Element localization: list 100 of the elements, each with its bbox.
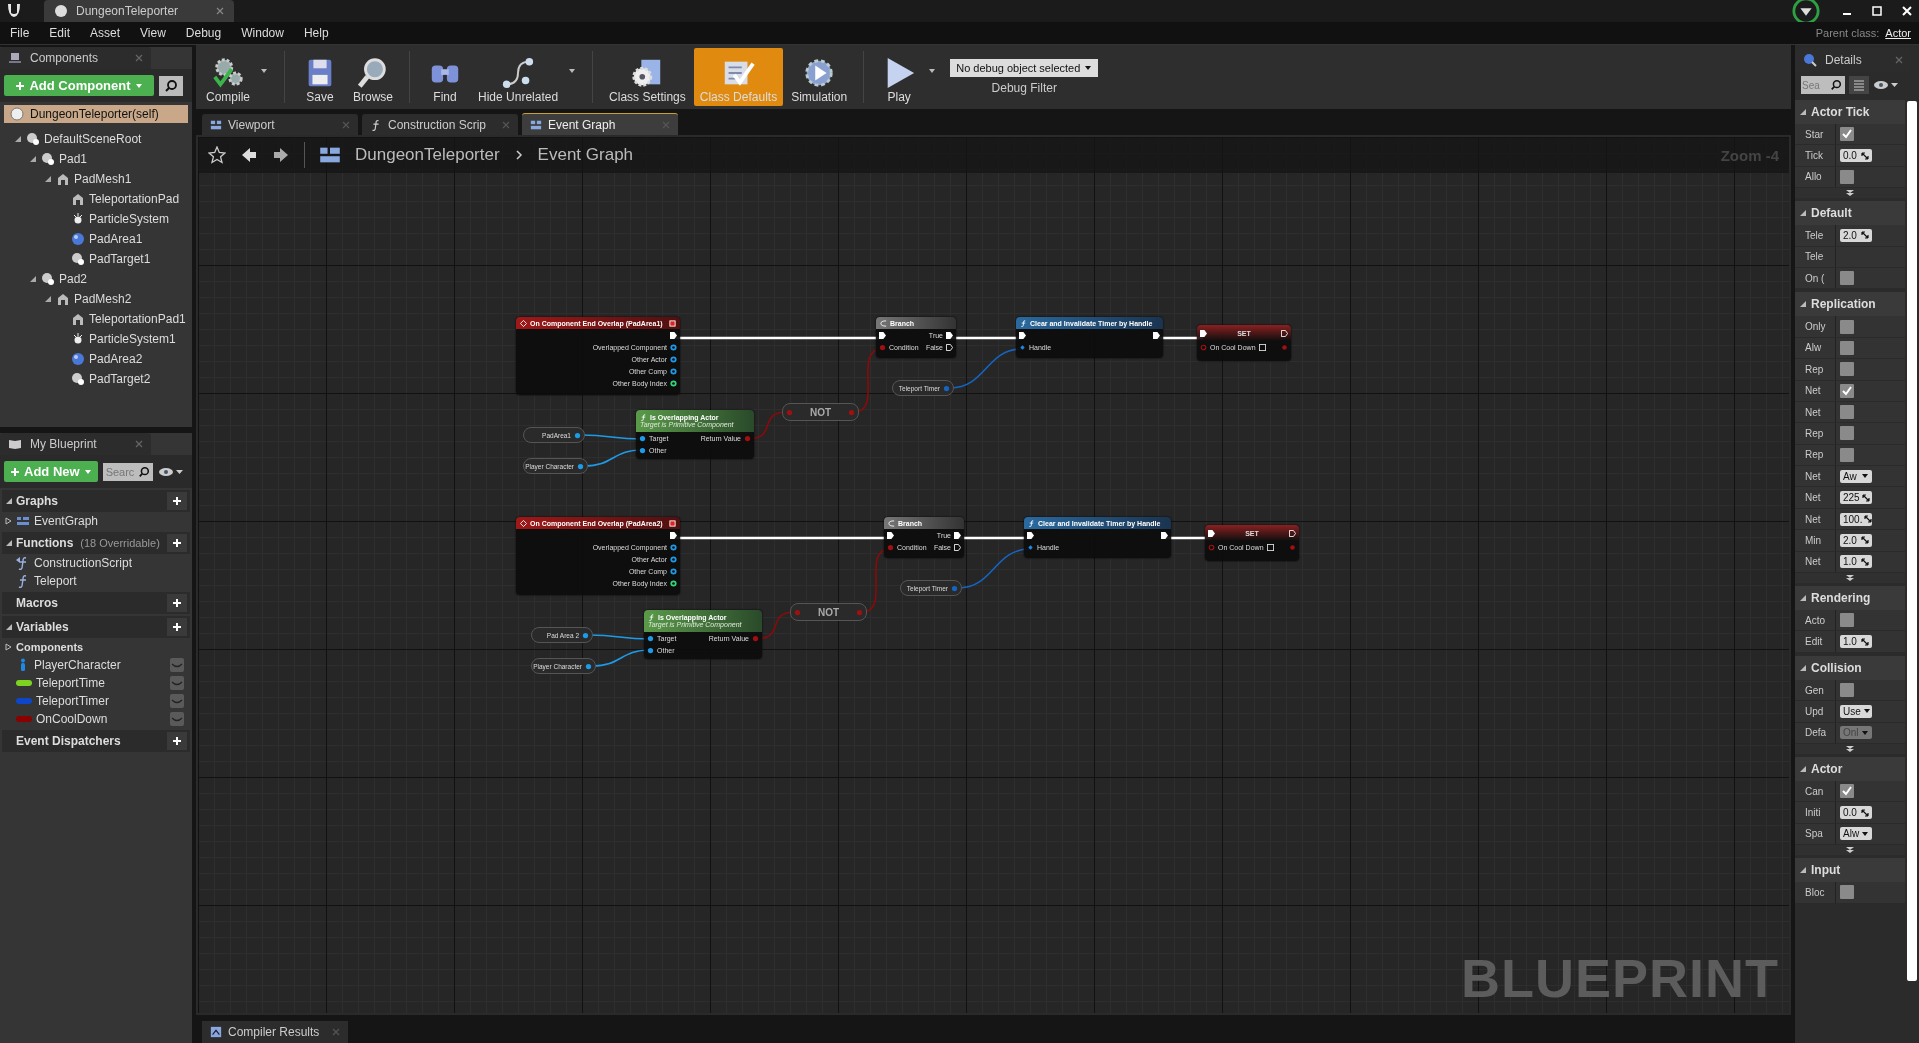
checkbox[interactable] bbox=[1840, 169, 1854, 184]
scrollbar-thumb[interactable] bbox=[1907, 101, 1917, 981]
visibility-toggle-icon[interactable] bbox=[170, 676, 184, 690]
expand-advanced-icon[interactable] bbox=[1845, 573, 1855, 584]
blueprint-item[interactable]: Teleport bbox=[34, 574, 77, 588]
component-item[interactable]: Pad2 bbox=[59, 272, 88, 286]
checkbox[interactable] bbox=[1840, 426, 1854, 441]
drag-arrow-icon[interactable] bbox=[1861, 493, 1870, 502]
section-header[interactable]: Macros bbox=[16, 596, 59, 610]
pin-icon[interactable] bbox=[670, 580, 677, 587]
expander-icon[interactable] bbox=[1799, 108, 1807, 116]
drag-arrow-icon[interactable] bbox=[1861, 231, 1869, 240]
category-header[interactable]: Components bbox=[16, 641, 84, 653]
caret-icon[interactable] bbox=[928, 67, 937, 75]
blueprint-item[interactable]: EventGraph bbox=[34, 514, 99, 528]
expand-advanced-icon[interactable] bbox=[1845, 845, 1855, 856]
number-field[interactable]: 2.0 bbox=[1840, 228, 1872, 242]
exec-pin-icon[interactable] bbox=[879, 332, 886, 339]
blueprint-item[interactable]: OnCoolDown bbox=[36, 712, 108, 726]
maximize-icon[interactable] bbox=[1871, 5, 1883, 17]
editor-tab[interactable]: Viewport bbox=[202, 114, 358, 135]
pin-icon[interactable] bbox=[639, 447, 646, 454]
checkbox[interactable] bbox=[1258, 344, 1266, 351]
section-header[interactable]: Functions bbox=[16, 536, 74, 550]
checkbox[interactable] bbox=[1840, 127, 1854, 142]
exec-pin-icon[interactable] bbox=[1019, 332, 1026, 339]
drag-arrow-icon[interactable] bbox=[1861, 151, 1869, 160]
menu-item[interactable]: Help bbox=[293, 26, 339, 40]
category-header[interactable]: Input bbox=[1811, 863, 1841, 878]
panel-tab[interactable]: Compiler Results bbox=[202, 1021, 348, 1043]
search-icon[interactable] bbox=[1829, 76, 1845, 94]
expander-icon[interactable] bbox=[1799, 866, 1807, 875]
menu-item[interactable]: Edit bbox=[39, 26, 81, 40]
menu-item[interactable]: Window bbox=[231, 26, 294, 40]
toolbar-button[interactable]: Compile bbox=[200, 48, 256, 106]
pin-icon[interactable] bbox=[582, 631, 589, 639]
toolbar-button[interactable]: Browse bbox=[347, 48, 400, 106]
expander-icon[interactable] bbox=[44, 295, 52, 303]
exec-pin-icon[interactable] bbox=[887, 532, 894, 539]
drag-arrow-icon[interactable] bbox=[1861, 557, 1869, 566]
expander-icon[interactable] bbox=[29, 155, 37, 163]
component-item[interactable]: TeleportationPad bbox=[89, 192, 180, 206]
visibility-icon[interactable] bbox=[1873, 79, 1899, 91]
component-item[interactable]: PadArea1 bbox=[89, 232, 143, 246]
expander-icon[interactable] bbox=[5, 497, 13, 505]
number-field[interactable]: 1.0 bbox=[1840, 555, 1872, 569]
forward-arrow-icon[interactable] bbox=[272, 146, 290, 164]
exec-pin-icon[interactable] bbox=[1200, 329, 1207, 337]
expander-icon[interactable] bbox=[1799, 300, 1807, 309]
back-arrow-icon[interactable] bbox=[240, 146, 258, 164]
expander-icon[interactable] bbox=[44, 175, 52, 183]
document-tab[interactable]: DungeonTeleporter bbox=[44, 0, 234, 22]
toolbar-button[interactable]: Play bbox=[874, 48, 925, 106]
checkbox[interactable] bbox=[1840, 383, 1854, 398]
pin-icon[interactable] bbox=[670, 544, 677, 551]
pin-icon[interactable] bbox=[1019, 344, 1026, 351]
pin-icon[interactable] bbox=[670, 368, 677, 375]
component-item[interactable]: PadMesh2 bbox=[74, 292, 132, 306]
caret-icon[interactable] bbox=[260, 67, 268, 75]
menu-item[interactable]: Asset bbox=[80, 26, 131, 40]
expander-icon[interactable] bbox=[5, 539, 13, 547]
search-button[interactable] bbox=[159, 75, 183, 96]
menu-item[interactable]: File bbox=[8, 26, 40, 40]
exec-pin-icon[interactable] bbox=[1208, 529, 1215, 537]
checkbox[interactable] bbox=[1266, 544, 1274, 551]
component-item[interactable]: PadTarget2 bbox=[89, 372, 151, 386]
checkbox[interactable] bbox=[1840, 613, 1854, 628]
checkbox[interactable] bbox=[1840, 319, 1854, 334]
expander-icon[interactable] bbox=[14, 135, 22, 143]
component-item[interactable]: PadTarget1 bbox=[89, 252, 151, 266]
pin-icon[interactable] bbox=[639, 435, 646, 442]
number-field[interactable]: 225 bbox=[1840, 491, 1872, 505]
component-item[interactable]: PadMesh1 bbox=[74, 172, 132, 186]
delegate-pin-icon[interactable] bbox=[669, 519, 676, 527]
delegate-pin-icon[interactable] bbox=[669, 319, 676, 327]
drag-arrow-icon[interactable] bbox=[1861, 536, 1869, 545]
blueprint-item[interactable]: TeleportTime bbox=[36, 676, 105, 690]
pin-icon[interactable] bbox=[574, 431, 581, 439]
menu-item[interactable]: Debug bbox=[175, 26, 232, 40]
pin-icon[interactable] bbox=[670, 568, 677, 575]
blueprint-item[interactable]: PlayerCharacter bbox=[34, 658, 121, 672]
dropdown[interactable]: Aw bbox=[1840, 469, 1872, 483]
component-item[interactable]: Pad1 bbox=[59, 152, 88, 166]
notification-icon[interactable] bbox=[1791, 0, 1821, 25]
add-button[interactable] bbox=[167, 618, 187, 636]
component-item[interactable]: DefaultSceneRoot bbox=[44, 132, 142, 146]
number-field[interactable]: 1.0 bbox=[1840, 635, 1872, 649]
checkbox[interactable] bbox=[1840, 784, 1854, 799]
pin-icon[interactable] bbox=[647, 635, 654, 642]
blueprint-item[interactable]: TeleportTimer bbox=[36, 694, 109, 708]
checkbox[interactable] bbox=[1840, 271, 1854, 286]
component-item[interactable]: ParticleSystem bbox=[89, 212, 170, 226]
expander-icon[interactable] bbox=[1799, 594, 1807, 603]
exec-pin-icon[interactable] bbox=[1289, 529, 1296, 537]
component-item[interactable]: PadArea2 bbox=[89, 352, 143, 366]
visibility-icon[interactable] bbox=[157, 465, 184, 478]
debug-filter-dropdown[interactable]: No debug object selected bbox=[950, 59, 1099, 77]
toolbar-button[interactable]: Simulation bbox=[785, 48, 854, 106]
parent-class-link[interactable]: Actor bbox=[1885, 27, 1911, 39]
panel-tab[interactable]: Components bbox=[0, 47, 151, 69]
